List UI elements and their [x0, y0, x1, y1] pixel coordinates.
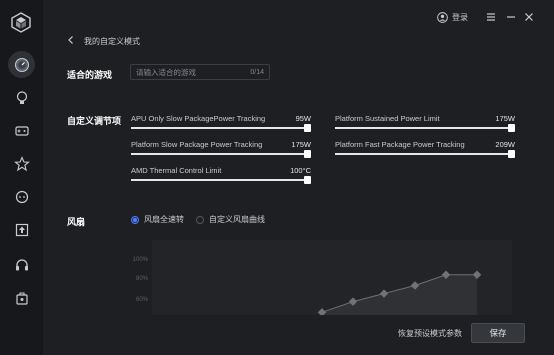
y-tick-label: 100% — [133, 257, 149, 263]
radio-label: 自定义风扇曲线 — [209, 215, 265, 224]
login-label: 登录 — [452, 13, 468, 22]
slider-value: 95W — [295, 114, 311, 123]
minimize-icon[interactable] — [504, 10, 518, 24]
slider-handle[interactable] — [304, 150, 311, 158]
sidebar-item-gaming[interactable] — [8, 117, 35, 144]
back-arrow-icon[interactable] — [66, 35, 76, 45]
sidebar-item-performance[interactable] — [8, 51, 35, 78]
lightbulb-icon — [16, 90, 27, 104]
close-icon[interactable] — [522, 10, 536, 24]
slider-label: Platform Slow Package Power Tracking — [131, 140, 263, 149]
chat-bubble-icon — [15, 190, 28, 203]
tuning-section-title: 自定义调节项 — [67, 116, 122, 126]
sidebar-item-favorites[interactable] — [8, 150, 35, 177]
speedometer-icon — [14, 57, 29, 72]
game-input[interactable] — [136, 67, 236, 77]
slider-fill — [131, 153, 311, 155]
slider-value: 209W — [495, 140, 515, 149]
radio-fan-full-speed[interactable]: 风扇全速转 — [131, 214, 184, 225]
slider-handle[interactable] — [508, 124, 515, 132]
slider-track[interactable] — [335, 124, 515, 132]
sidebar-item-toolbox[interactable] — [8, 284, 35, 311]
slider-value: 175W — [495, 114, 515, 123]
slider-value: 175W — [291, 140, 311, 149]
save-button[interactable]: 保存 — [471, 323, 525, 343]
char-counter: 0/14 — [250, 68, 264, 76]
radio-dot[interactable] — [131, 215, 139, 224]
fan-curve-chart: 100% 80% 60% — [133, 240, 512, 315]
user-avatar-icon — [437, 12, 448, 23]
sidebar-item-lighting[interactable] — [8, 84, 35, 111]
slider-fill — [131, 127, 311, 129]
sidebar-item-assistant[interactable] — [8, 183, 35, 210]
slider-label: APU Only Slow PackagePower Tracking — [131, 114, 266, 123]
menu-icon[interactable] — [484, 10, 498, 24]
restore-defaults-button[interactable]: 恢复预设模式参数 — [398, 328, 462, 339]
page-title: 我的自定义模式 — [84, 37, 140, 46]
app-logo-icon — [11, 12, 31, 33]
slider-track[interactable] — [335, 150, 515, 158]
toolbox-icon — [15, 291, 28, 305]
star-icon — [13, 155, 30, 171]
login-button[interactable]: 登录 — [437, 12, 468, 23]
y-tick-label: 80% — [136, 276, 149, 282]
slider-fill — [335, 153, 515, 155]
slider-handle[interactable] — [304, 124, 311, 132]
slider-label: Platform Fast Package Power Tracking — [335, 140, 465, 149]
slider-fill — [131, 179, 311, 181]
fan-section-title: 风扇 — [67, 217, 86, 227]
radio-dot[interactable] — [196, 215, 204, 224]
game-search-field[interactable]: 0/14 — [130, 64, 270, 80]
upload-icon — [15, 223, 28, 236]
slider-track[interactable] — [131, 124, 311, 132]
gamepad-icon — [14, 125, 29, 136]
sidebar-item-audio[interactable] — [8, 251, 35, 278]
headset-icon — [15, 258, 28, 270]
game-section-title: 适合的游戏 — [67, 70, 113, 80]
slider-label: AMD Thermal Control Limit — [131, 166, 222, 175]
radio-fan-custom-curve[interactable]: 自定义风扇曲线 — [196, 214, 265, 225]
slider-track[interactable] — [131, 150, 311, 158]
sidebar — [0, 0, 43, 355]
radio-label: 风扇全速转 — [144, 215, 184, 224]
slider-handle[interactable] — [304, 176, 311, 184]
sidebar-item-update[interactable] — [8, 216, 35, 243]
slider-fill — [335, 127, 515, 129]
slider-track[interactable] — [131, 176, 311, 184]
slider-value: 100°C — [290, 166, 311, 175]
slider-handle[interactable] — [508, 150, 515, 158]
y-tick-label: 60% — [136, 297, 149, 303]
slider-label: Platform Sustained Power Limit — [335, 114, 440, 123]
